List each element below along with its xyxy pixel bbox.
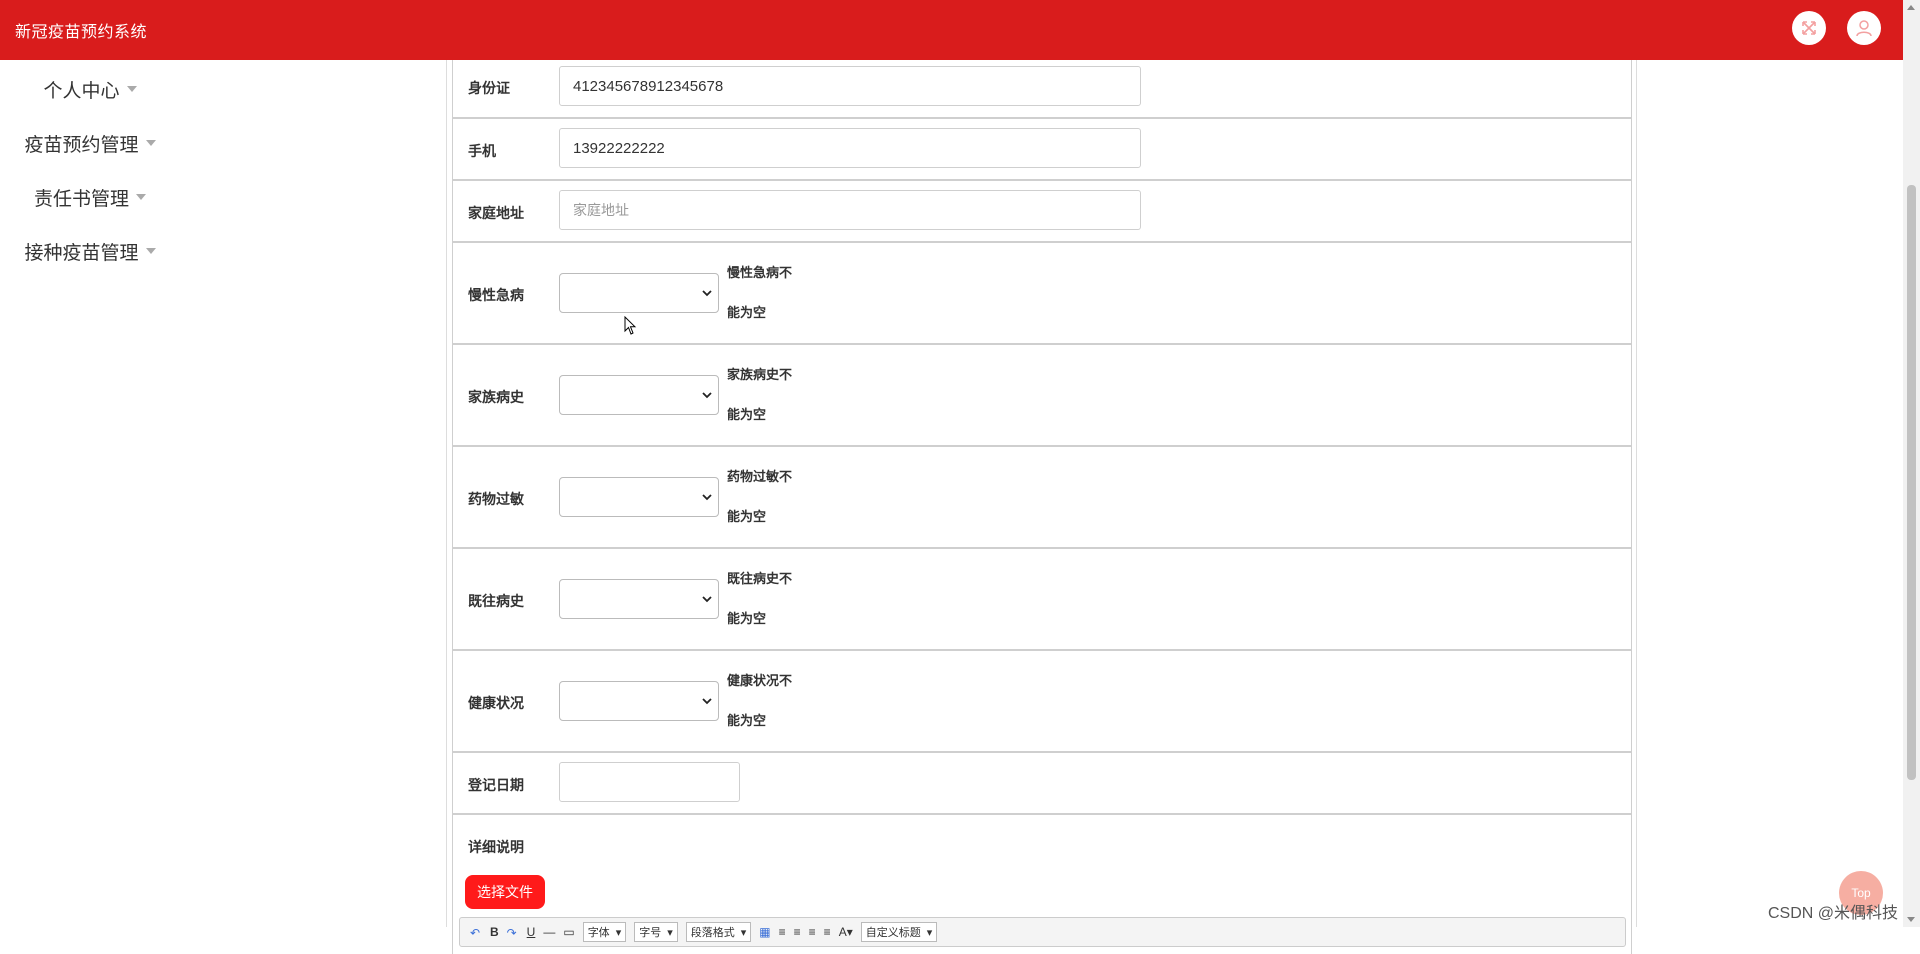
- scroll-up-arrow-icon[interactable]: [1907, 5, 1915, 10]
- form-panel: 身份证 412345678912345678 手机 13922222222 家庭…: [446, 60, 1637, 954]
- past-history-error-line2: 能为空: [727, 611, 767, 626]
- user-button[interactable]: [1847, 11, 1881, 45]
- align-right-icon[interactable]: ≡: [794, 925, 801, 939]
- font-family-select[interactable]: 字体 ▾: [582, 922, 627, 942]
- paragraph-select[interactable]: 段落格式 ▾: [685, 922, 752, 942]
- health-label: 健康状况: [468, 695, 524, 711]
- horizontal-rule-icon[interactable]: —: [543, 925, 555, 939]
- align-justify-icon[interactable]: ≡: [824, 925, 831, 939]
- past-history-error-line1: 既往病史不: [727, 571, 793, 586]
- detail-label: 详细说明: [468, 839, 524, 855]
- form-row-past-history: 既往病史 既往病史不 能为空: [452, 548, 1632, 650]
- health-error-line2: 能为空: [727, 713, 767, 728]
- form-row-address: 家庭地址 家庭地址: [452, 180, 1632, 242]
- reg-date-input[interactable]: [559, 762, 740, 802]
- align-left-icon[interactable]: ≡: [779, 925, 786, 939]
- editor-toolbar: ↶ B ↷ U — ▭ 字体 ▾ 字号 ▾ 段落格式 ▾ ▦ ≡ ≡ ≡ ≡ A▾ 自…: [459, 917, 1626, 947]
- user-icon: [1856, 20, 1872, 37]
- phone-input[interactable]: 13922222222: [559, 128, 1141, 168]
- sidebar-item-label: 责任书管理: [33, 188, 129, 210]
- address-input[interactable]: 家庭地址: [559, 190, 1141, 230]
- csdn-watermark: CSDN @米偶科技: [1768, 905, 1899, 922]
- chevron-down-icon: [702, 392, 712, 399]
- sidebar-item-personal-center[interactable]: 个人中心: [0, 62, 180, 116]
- custom-title-label: 自定义标题: [865, 927, 921, 939]
- form-row-drug-allergy: 药物过敏 药物过敏不 能为空: [452, 446, 1632, 548]
- chevron-down-icon: [702, 596, 712, 603]
- reg-date-label: 登记日期: [468, 777, 524, 793]
- sidebar-item-vaccine-booking[interactable]: 疫苗预约管理: [0, 116, 180, 170]
- font-family-label: 字体: [587, 927, 610, 939]
- form-row-id-card: 身份证 412345678912345678: [452, 60, 1632, 118]
- chronic-select[interactable]: [559, 273, 719, 313]
- redo-icon[interactable]: ↷: [507, 926, 519, 940]
- chevron-down-icon: [702, 698, 712, 705]
- form-row-detail: 详细说明 选择文件 ↶ B ↷ U — ▭ 字体 ▾ 字号 ▾ 段落格式 ▾ ▦ ≡ …: [452, 814, 1632, 954]
- address-label: 家庭地址: [468, 205, 524, 221]
- mouse-cursor-icon: [624, 316, 637, 335]
- font-size-label: 字号: [639, 927, 662, 939]
- expand-icon: [1802, 21, 1816, 35]
- underline-icon[interactable]: U: [527, 925, 536, 939]
- undo-icon[interactable]: ↶: [470, 926, 482, 940]
- past-history-select[interactable]: [559, 579, 719, 619]
- chronic-label: 慢性急病: [468, 287, 524, 303]
- app-title: 新冠疫苗预约系统: [15, 24, 148, 41]
- form-row-phone: 手机 13922222222: [452, 118, 1632, 180]
- chevron-down-icon: [702, 290, 712, 297]
- family-history-error-line1: 家族病史不: [727, 367, 793, 382]
- form-row-reg-date: 登记日期: [452, 752, 1632, 814]
- form-row-family-history: 家族病史 家族病史不 能为空: [452, 344, 1632, 446]
- sidebar-item-responsibility[interactable]: 责任书管理: [0, 170, 180, 224]
- caret-down-icon: [126, 86, 137, 92]
- sidebar-item-vaccination[interactable]: 接种疫苗管理: [0, 224, 180, 278]
- phone-label: 手机: [468, 143, 496, 159]
- scrollbar-thumb[interactable]: [1907, 185, 1916, 780]
- paste-icon[interactable]: ▭: [563, 925, 574, 939]
- chronic-error-line1: 慢性急病不: [727, 265, 793, 280]
- bold-icon[interactable]: B: [490, 925, 499, 939]
- top-header-bar: 新冠疫苗预约系统: [0, 0, 1903, 60]
- page-scrollbar[interactable]: [1903, 0, 1920, 927]
- paragraph-label: 段落格式: [690, 927, 735, 939]
- fullscreen-button[interactable]: [1792, 11, 1826, 45]
- caret-down-icon: [145, 140, 156, 146]
- sidebar-item-label: 个人中心: [43, 80, 120, 102]
- align-center-icon[interactable]: ≡: [809, 925, 816, 939]
- font-color-icon[interactable]: A▾: [839, 925, 853, 939]
- caret-down-icon: [145, 248, 156, 254]
- caret-down-icon: [136, 194, 146, 200]
- health-error-line1: 健康状况不: [727, 673, 793, 688]
- table-icon[interactable]: ▦: [759, 925, 770, 939]
- sidebar: 个人中心 疫苗预约管理 责任书管理 接种疫苗管理: [0, 60, 180, 278]
- family-history-error-line2: 能为空: [727, 407, 767, 422]
- drug-allergy-label: 药物过敏: [468, 491, 524, 507]
- choose-file-button[interactable]: 选择文件: [465, 875, 545, 909]
- drug-allergy-select[interactable]: [559, 477, 719, 517]
- id-card-input[interactable]: 412345678912345678: [559, 66, 1141, 106]
- family-history-label: 家族病史: [468, 389, 524, 405]
- drug-allergy-error-line2: 能为空: [727, 509, 767, 524]
- form-row-health: 健康状况 健康状况不 能为空: [452, 650, 1632, 752]
- scroll-down-arrow-icon[interactable]: [1907, 917, 1915, 922]
- health-select[interactable]: [559, 681, 719, 721]
- chronic-error-line2: 能为空: [727, 305, 767, 320]
- booking-form: 身份证 412345678912345678 手机 13922222222 家庭…: [452, 60, 1632, 954]
- id-card-label: 身份证: [468, 80, 510, 96]
- past-history-label: 既往病史: [468, 593, 524, 609]
- sidebar-item-label: 疫苗预约管理: [24, 134, 139, 156]
- drug-allergy-error-line1: 药物过敏不: [727, 469, 793, 484]
- chevron-down-icon: [702, 494, 712, 501]
- font-size-select[interactable]: 字号 ▾: [634, 922, 678, 942]
- custom-title-select[interactable]: 自定义标题 ▾: [860, 922, 938, 942]
- family-history-select[interactable]: [559, 375, 719, 415]
- sidebar-item-label: 接种疫苗管理: [24, 242, 139, 264]
